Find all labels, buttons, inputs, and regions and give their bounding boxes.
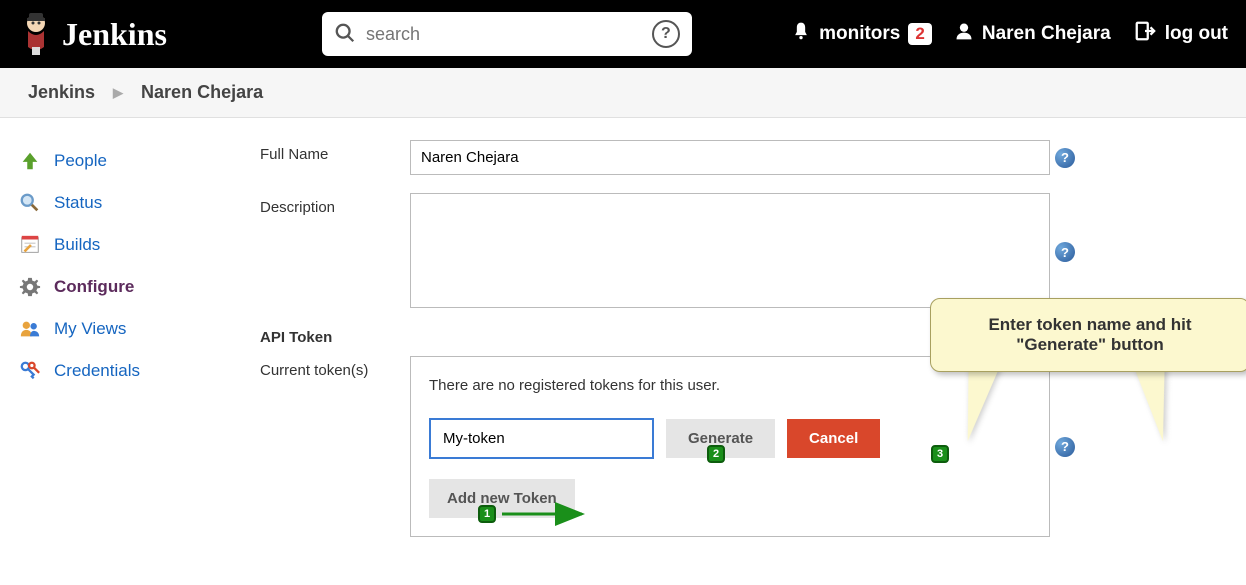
current-tokens-label: Current token(s)	[260, 356, 410, 379]
sidebar-item-label: Status	[54, 193, 102, 213]
row-full-name: Full Name ?	[260, 140, 1236, 175]
monitors-label: monitors	[819, 23, 900, 45]
sidebar-item-my-views[interactable]: My Views	[14, 308, 246, 350]
user-name: Naren Chejara	[982, 23, 1111, 45]
sidebar-item-label: My Views	[54, 319, 126, 339]
sidebar-item-label: Credentials	[54, 361, 140, 381]
people-group-icon	[18, 317, 42, 341]
full-name-input[interactable]	[410, 140, 1050, 175]
gear-icon	[18, 275, 42, 299]
sidebar-item-label: Configure	[54, 277, 134, 297]
sidebar-item-label: People	[54, 151, 107, 171]
monitors-link[interactable]: monitors 2	[791, 20, 932, 48]
search-input[interactable]	[366, 24, 652, 45]
breadcrumb-root[interactable]: Jenkins	[28, 82, 95, 103]
user-icon	[954, 21, 974, 47]
people-up-arrow-icon	[18, 149, 42, 173]
full-name-label: Full Name	[260, 140, 410, 175]
sidebar-item-status[interactable]: Status	[14, 182, 246, 224]
main-area: People Status Builds Configure My Views …	[0, 118, 1246, 585]
token-name-input[interactable]	[429, 418, 654, 459]
annotation-callout: Enter token name and hit "Generate" butt…	[930, 298, 1246, 372]
header-right: monitors 2 Naren Chejara log out	[791, 20, 1228, 48]
sidebar: People Status Builds Configure My Views …	[0, 118, 260, 585]
description-label: Description	[260, 193, 410, 311]
bell-icon	[791, 20, 811, 48]
sidebar-item-label: Builds	[54, 235, 100, 255]
row-description: Description ?	[260, 193, 1236, 311]
sidebar-item-people[interactable]: People	[14, 140, 246, 182]
search-box[interactable]: ?	[322, 12, 692, 56]
annotation-badge-1: 1	[478, 505, 496, 523]
jenkins-mascot-icon	[18, 9, 54, 60]
annotation-arrow-icon	[500, 500, 590, 530]
sidebar-item-configure[interactable]: Configure	[14, 266, 246, 308]
description-textarea[interactable]	[410, 193, 1050, 308]
monitors-badge: 2	[908, 23, 931, 45]
row-api-token: Current token(s) There are no registered…	[260, 356, 1236, 537]
notepad-icon	[18, 233, 42, 257]
keys-icon	[18, 359, 42, 383]
cancel-button[interactable]: Cancel	[787, 419, 880, 458]
annotation-badge-3: 3	[931, 445, 949, 463]
sidebar-item-builds[interactable]: Builds	[14, 224, 246, 266]
help-icon[interactable]: ?	[1055, 242, 1075, 262]
annotation-badge-2: 2	[707, 445, 725, 463]
logout-link[interactable]: log out	[1133, 20, 1228, 48]
breadcrumb-separator-icon: ▶	[113, 85, 123, 101]
user-link[interactable]: Naren Chejara	[954, 21, 1111, 47]
jenkins-logo[interactable]: Jenkins	[18, 9, 167, 60]
breadcrumb: Jenkins ▶ Naren Chejara	[0, 68, 1246, 118]
content-area: Full Name ? Description ? API Token Curr…	[260, 118, 1246, 585]
magnifier-icon	[18, 191, 42, 215]
logout-label: log out	[1165, 23, 1228, 45]
search-help-icon[interactable]: ?	[652, 20, 680, 48]
search-icon	[334, 22, 356, 47]
help-icon[interactable]: ?	[1055, 437, 1075, 457]
brand-name: Jenkins	[62, 16, 167, 53]
logout-icon	[1133, 20, 1157, 48]
sidebar-item-credentials[interactable]: Credentials	[14, 350, 246, 392]
help-icon[interactable]: ?	[1055, 148, 1075, 168]
top-bar: Jenkins ? monitors 2 Naren Chejara log o…	[0, 0, 1246, 68]
no-tokens-message: There are no registered tokens for this …	[429, 377, 1031, 394]
breadcrumb-current[interactable]: Naren Chejara	[141, 82, 263, 103]
